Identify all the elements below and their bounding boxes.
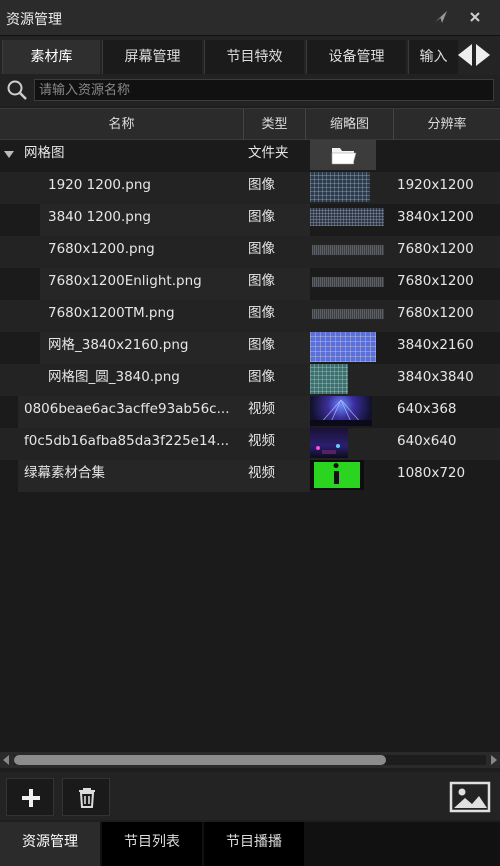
row-type: 视频 xyxy=(248,433,275,449)
bottom-tab-program-broadcast[interactable]: 节目播播 xyxy=(204,822,304,866)
thumbnail-image xyxy=(312,277,384,287)
delete-button[interactable] xyxy=(62,778,110,816)
table-row[interactable]: 网格图 文件夹 xyxy=(0,140,500,172)
tab-device-management[interactable]: 设备管理 xyxy=(306,40,406,74)
thumbnail-image xyxy=(310,332,376,362)
row-name: 0806beae6ac3acffe93ab56c... xyxy=(24,401,230,417)
row-type: 图像 xyxy=(248,241,275,257)
pin-icon[interactable] xyxy=(432,8,452,28)
row-name: 7680x1200Enlight.png xyxy=(48,273,202,289)
bottom-toolbar xyxy=(0,772,500,820)
folder-icon xyxy=(310,140,376,170)
table-row[interactable]: 1920 1200.png 图像 1920x1200 xyxy=(0,172,500,204)
row-type: 图像 xyxy=(248,337,275,353)
thumbnail-video xyxy=(310,428,348,458)
thumbnail-image xyxy=(310,172,370,202)
row-name: 1920 1200.png xyxy=(48,177,151,193)
row-name: 网格_3840x2160.png xyxy=(48,337,189,353)
table-row[interactable]: 0806beae6ac3acffe93ab56c... 视频 640x368 xyxy=(0,396,500,428)
tab-program-effects[interactable]: 节目特效 xyxy=(204,40,304,74)
table-row[interactable]: 网格_3840x2160.png 图像 3840x2160 xyxy=(0,332,500,364)
column-header-name[interactable]: 名称 xyxy=(0,109,244,141)
table-row[interactable]: 网格图_圆_3840.png 图像 3840x3840 xyxy=(0,364,500,396)
trash-icon xyxy=(79,788,95,808)
row-resolution: 3840x1200 xyxy=(397,209,474,225)
close-icon[interactable] xyxy=(466,8,486,28)
row-type: 图像 xyxy=(248,177,275,193)
tab-screen-management[interactable]: 屏幕管理 xyxy=(102,40,202,74)
thumbnail-image xyxy=(312,245,384,255)
column-header-type[interactable]: 类型 xyxy=(244,109,306,141)
row-type: 图像 xyxy=(248,369,275,385)
table-row[interactable]: f0c5db16afba85da3f225e14... 视频 640x640 xyxy=(0,428,500,460)
image-icon xyxy=(449,781,491,813)
add-button[interactable] xyxy=(6,778,54,816)
table-header: 名称 类型 缩略图 分辨率 xyxy=(0,108,500,141)
row-name: 网格图 xyxy=(24,145,65,161)
row-name: 绿幕素材合集 xyxy=(24,465,105,481)
image-view-button[interactable] xyxy=(448,780,492,814)
row-resolution: 7680x1200 xyxy=(397,305,474,321)
horizontal-scrollbar[interactable] xyxy=(0,752,500,768)
search-input[interactable] xyxy=(34,79,494,101)
column-header-resolution[interactable]: 分辨率 xyxy=(394,109,500,141)
tab-material-library[interactable]: 素材库 xyxy=(2,40,100,74)
tab-scroll-right-icon[interactable] xyxy=(476,44,490,66)
row-resolution: 3840x3840 xyxy=(397,369,474,385)
thumbnail-image xyxy=(312,309,384,319)
row-name: f0c5db16afba85da3f225e14... xyxy=(24,433,230,449)
tab-input[interactable]: 输入 xyxy=(408,40,458,74)
search-icon xyxy=(6,79,28,101)
bottom-tab-bar: 资源管理 节目列表 节目播播 xyxy=(0,822,500,866)
scroll-left-icon[interactable] xyxy=(3,755,9,765)
row-type: 视频 xyxy=(248,401,275,417)
scroll-right-icon[interactable] xyxy=(491,755,497,765)
table-row[interactable]: 绿幕素材合集 视频 1080x720 xyxy=(0,460,500,492)
row-resolution: 1080x720 xyxy=(397,465,466,481)
row-name: 网格图_圆_3840.png xyxy=(48,369,180,385)
row-name: 7680x1200TM.png xyxy=(48,305,175,321)
title-bar: 资源管理 xyxy=(0,0,500,36)
row-type: 文件夹 xyxy=(248,145,289,161)
table-row[interactable]: 7680x1200TM.png 图像 7680x1200 xyxy=(0,300,500,332)
search-bar xyxy=(0,74,500,106)
scroll-thumb[interactable] xyxy=(14,755,386,765)
thumbnail-video xyxy=(310,396,372,426)
plus-icon xyxy=(22,789,40,807)
row-name: 7680x1200.png xyxy=(48,241,155,257)
row-resolution: 7680x1200 xyxy=(397,273,474,289)
row-type: 图像 xyxy=(248,273,275,289)
row-resolution: 1920x1200 xyxy=(397,177,474,193)
row-resolution: 640x368 xyxy=(397,401,457,417)
row-name: 3840 1200.png xyxy=(48,209,151,225)
tab-scroll-left-icon[interactable] xyxy=(458,44,472,66)
bottom-tab-program-list[interactable]: 节目列表 xyxy=(102,822,202,866)
thumbnail-video xyxy=(310,460,364,490)
tab-bar: 素材库 屏幕管理 节目特效 设备管理 输入 xyxy=(0,36,500,74)
row-type: 图像 xyxy=(248,305,275,321)
thumbnail-image xyxy=(310,364,348,394)
bottom-tab-resource-management[interactable]: 资源管理 xyxy=(0,822,100,866)
column-header-thumbnail[interactable]: 缩略图 xyxy=(306,109,394,141)
table-row[interactable]: 7680x1200Enlight.png 图像 7680x1200 xyxy=(0,268,500,300)
row-resolution: 640x640 xyxy=(397,433,457,449)
row-resolution: 7680x1200 xyxy=(397,241,474,257)
row-type: 图像 xyxy=(248,209,275,225)
table-row[interactable]: 7680x1200.png 图像 7680x1200 xyxy=(0,236,500,268)
expand-arrow-icon[interactable] xyxy=(4,151,14,158)
table-row[interactable]: 3840 1200.png 图像 3840x1200 xyxy=(0,204,500,236)
row-type: 视频 xyxy=(248,465,275,481)
resource-table: 网格图 文件夹 1920 1200.png 图像 1920x1200 3840 … xyxy=(0,140,500,752)
window-title: 资源管理 xyxy=(6,12,62,28)
thumbnail-image xyxy=(310,208,384,226)
row-resolution: 3840x2160 xyxy=(397,337,474,353)
